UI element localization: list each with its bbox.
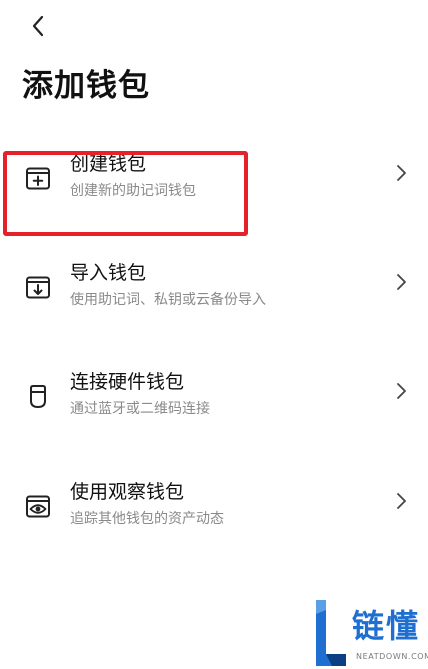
watch-wallet-subtitle: 追踪其他钱包的资产动态 — [70, 511, 224, 527]
hardware-wallet-icon — [30, 385, 46, 408]
import-wallet-title: 导入钱包 — [70, 262, 147, 284]
create-wallet-title: 创建钱包 — [70, 153, 147, 175]
back-button[interactable] — [22, 10, 54, 42]
watermark: 链懂 NEATDOWN.COM — [312, 600, 428, 669]
chevron-right-icon — [397, 165, 406, 181]
hardware-wallet-item[interactable]: 连接硬件钱包 通过蓝牙或二维码连接 — [0, 368, 428, 468]
watermark-logo-icon — [316, 600, 346, 666]
import-wallet-subtitle: 使用助记词、私钥或云备份导入 — [70, 292, 266, 308]
folder-import-icon — [26, 276, 50, 299]
chevron-right-icon — [397, 383, 406, 399]
chevron-right-icon — [397, 274, 406, 290]
folder-plus-icon — [26, 167, 50, 190]
eye-icon — [26, 495, 50, 518]
hardware-wallet-subtitle: 通过蓝牙或二维码连接 — [70, 401, 210, 417]
watermark-url: NEATDOWN.COM — [356, 652, 428, 661]
hardware-wallet-title: 连接硬件钱包 — [70, 371, 185, 393]
chevron-right-icon — [397, 493, 406, 509]
chevron-left-icon — [32, 15, 44, 37]
create-wallet-subtitle: 创建新的助记词钱包 — [70, 183, 196, 199]
watermark-brand: 链懂 — [352, 607, 421, 645]
watch-wallet-item[interactable]: 使用观察钱包 追踪其他钱包的资产动态 — [0, 478, 428, 578]
import-wallet-item[interactable]: 导入钱包 使用助记词、私钥或云备份导入 — [0, 259, 428, 359]
page-title: 添加钱包 — [22, 68, 150, 104]
watch-wallet-title: 使用观察钱包 — [70, 481, 185, 503]
create-wallet-item[interactable]: 创建钱包 创建新的助记词钱包 — [0, 150, 428, 250]
